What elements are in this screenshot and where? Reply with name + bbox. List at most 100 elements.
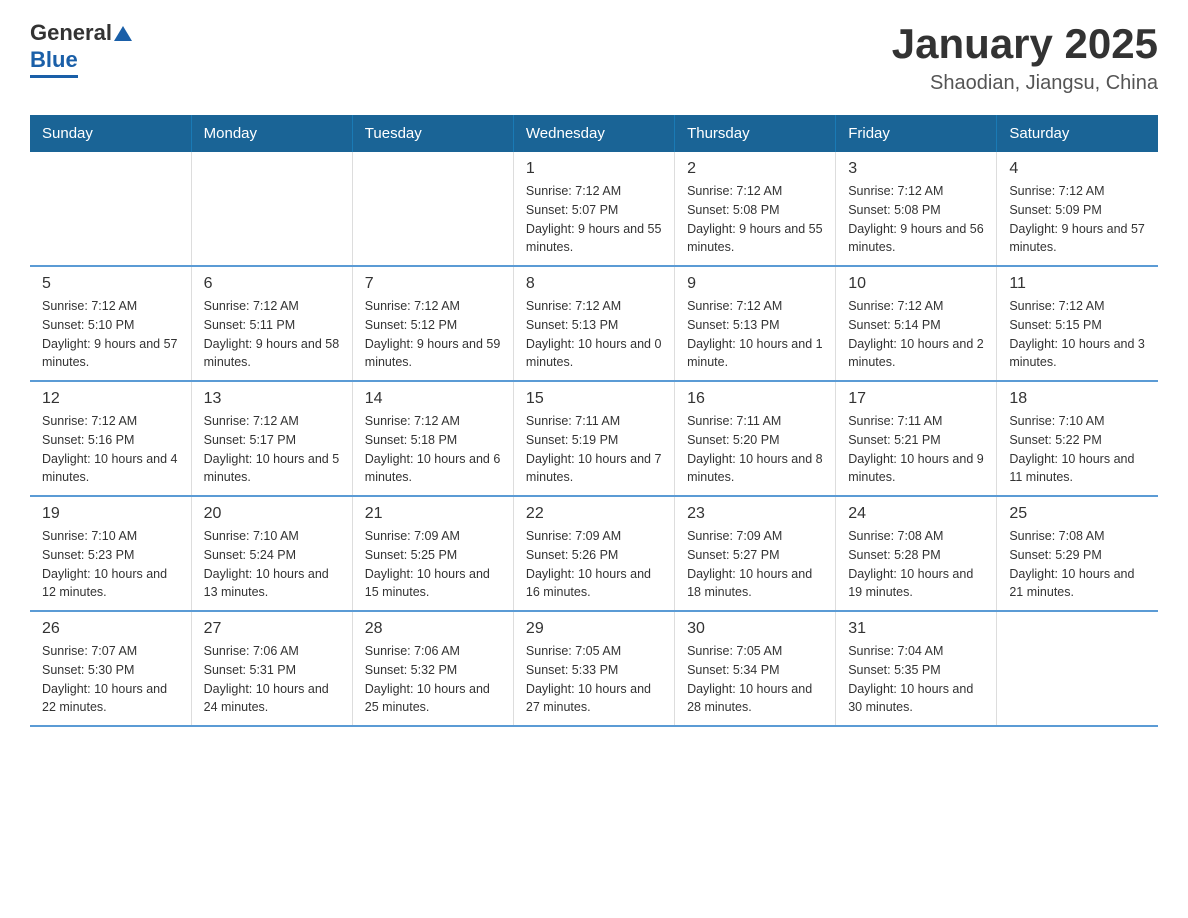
calendar-cell: 14Sunrise: 7:12 AM Sunset: 5:18 PM Dayli… (352, 381, 513, 496)
day-info: Sunrise: 7:09 AM Sunset: 5:25 PM Dayligh… (365, 527, 501, 602)
day-number: 3 (848, 160, 984, 178)
day-number: 19 (42, 505, 179, 523)
day-info: Sunrise: 7:09 AM Sunset: 5:26 PM Dayligh… (526, 527, 662, 602)
day-info: Sunrise: 7:12 AM Sunset: 5:13 PM Dayligh… (687, 297, 823, 372)
calendar-cell: 6Sunrise: 7:12 AM Sunset: 5:11 PM Daylig… (191, 266, 352, 381)
weekday-header-tuesday: Tuesday (352, 115, 513, 152)
calendar-cell: 26Sunrise: 7:07 AM Sunset: 5:30 PM Dayli… (30, 611, 191, 726)
day-number: 12 (42, 390, 179, 408)
day-info: Sunrise: 7:10 AM Sunset: 5:22 PM Dayligh… (1009, 412, 1146, 487)
day-info: Sunrise: 7:12 AM Sunset: 5:07 PM Dayligh… (526, 182, 662, 257)
calendar-cell: 29 Sunrise: 7:05 AM Sunset: 5:33 PM Dayli… (513, 611, 674, 726)
calendar-cell: 25Sunrise: 7:08 AM Sunset: 5:29 PM Dayli… (997, 496, 1158, 611)
weekday-header-wednesday: Wednesday (513, 115, 674, 152)
day-number: 10 (848, 275, 984, 293)
day-number: 23 (687, 505, 823, 523)
day-info: Sunrise: 7:11 AM Sunset: 5:20 PM Dayligh… (687, 412, 823, 487)
calendar-cell: 9 Sunrise: 7:12 AM Sunset: 5:13 PM Daylig… (675, 266, 836, 381)
day-info: Sunrise: 7:11 AM Sunset: 5:19 PM Dayligh… (526, 412, 662, 487)
day-info: Sunrise: 7:05 AM Sunset: 5:33 PM Dayligh… (526, 642, 662, 717)
calendar-cell: 17 Sunrise: 7:11 AM Sunset: 5:21 PM Dayli… (836, 381, 997, 496)
day-number: 11 (1009, 275, 1146, 293)
calendar-cell (30, 152, 191, 266)
day-number: 17 (848, 390, 984, 408)
calendar-cell: 1 Sunrise: 7:12 AM Sunset: 5:07 PM Daylig… (513, 152, 674, 266)
day-info: Sunrise: 7:08 AM Sunset: 5:29 PM Dayligh… (1009, 527, 1146, 602)
location-title: Shaodian, Jiangsu, China (892, 72, 1158, 95)
day-number: 13 (204, 390, 340, 408)
calendar-cell (352, 152, 513, 266)
calendar-header-row: SundayMondayTuesdayWednesdayThursdayFrid… (30, 115, 1158, 152)
calendar-cell: 5 Sunrise: 7:12 AM Sunset: 5:10 PM Daylig… (30, 266, 191, 381)
day-info: Sunrise: 7:10 AM Sunset: 5:23 PM Dayligh… (42, 527, 179, 602)
day-info: Sunrise: 7:06 AM Sunset: 5:32 PM Dayligh… (365, 642, 501, 717)
calendar-cell: 2 Sunrise: 7:12 AM Sunset: 5:08 PM Daylig… (675, 152, 836, 266)
day-number: 26 (42, 620, 179, 638)
day-info: Sunrise: 7:12 AM Sunset: 5:18 PM Dayligh… (365, 412, 501, 487)
day-info: Sunrise: 7:12 AM Sunset: 5:13 PM Dayligh… (526, 297, 662, 372)
day-info: Sunrise: 7:04 AM Sunset: 5:35 PM Dayligh… (848, 642, 984, 717)
weekday-header-saturday: Saturday (997, 115, 1158, 152)
day-number: 24 (848, 505, 984, 523)
calendar-cell (997, 611, 1158, 726)
calendar-week-row: 26Sunrise: 7:07 AM Sunset: 5:30 PM Dayli… (30, 611, 1158, 726)
calendar-cell: 12 Sunrise: 7:12 AM Sunset: 5:16 PM Dayli… (30, 381, 191, 496)
calendar-cell: 20 Sunrise: 7:10 AM Sunset: 5:24 PM Dayli… (191, 496, 352, 611)
day-info: Sunrise: 7:12 AM Sunset: 5:16 PM Dayligh… (42, 412, 179, 487)
day-info: Sunrise: 7:06 AM Sunset: 5:31 PM Dayligh… (204, 642, 340, 717)
day-number: 9 (687, 275, 823, 293)
calendar-week-row: 1 Sunrise: 7:12 AM Sunset: 5:07 PM Daylig… (30, 152, 1158, 266)
calendar-cell (191, 152, 352, 266)
day-info: Sunrise: 7:05 AM Sunset: 5:34 PM Dayligh… (687, 642, 823, 717)
day-number: 7 (365, 275, 501, 293)
day-number: 29 (526, 620, 662, 638)
day-info: Sunrise: 7:08 AM Sunset: 5:28 PM Dayligh… (848, 527, 984, 602)
day-number: 6 (204, 275, 340, 293)
day-info: Sunrise: 7:12 AM Sunset: 5:12 PM Dayligh… (365, 297, 501, 372)
day-number: 28 (365, 620, 501, 638)
calendar-cell: 10 Sunrise: 7:12 AM Sunset: 5:14 PM Dayli… (836, 266, 997, 381)
calendar-cell: 18Sunrise: 7:10 AM Sunset: 5:22 PM Dayli… (997, 381, 1158, 496)
day-number: 15 (526, 390, 662, 408)
day-number: 2 (687, 160, 823, 178)
calendar-cell: 4Sunrise: 7:12 AM Sunset: 5:09 PM Daylig… (997, 152, 1158, 266)
calendar-week-row: 12 Sunrise: 7:12 AM Sunset: 5:16 PM Dayli… (30, 381, 1158, 496)
calendar-cell: 11 Sunrise: 7:12 AM Sunset: 5:15 PM Dayli… (997, 266, 1158, 381)
logo-text-blue: Blue (30, 47, 78, 72)
weekday-header-sunday: Sunday (30, 115, 191, 152)
day-info: Sunrise: 7:10 AM Sunset: 5:24 PM Dayligh… (204, 527, 340, 602)
day-info: Sunrise: 7:09 AM Sunset: 5:27 PM Dayligh… (687, 527, 823, 602)
calendar-cell: 24 Sunrise: 7:08 AM Sunset: 5:28 PM Dayli… (836, 496, 997, 611)
day-number: 5 (42, 275, 179, 293)
title-section: January 2025 Shaodian, Jiangsu, China (892, 20, 1158, 95)
day-info: Sunrise: 7:11 AM Sunset: 5:21 PM Dayligh… (848, 412, 984, 487)
day-info: Sunrise: 7:12 AM Sunset: 5:10 PM Dayligh… (42, 297, 179, 372)
logo-arrow-icon (114, 26, 132, 41)
calendar-cell: 15 Sunrise: 7:11 AM Sunset: 5:19 PM Dayli… (513, 381, 674, 496)
day-info: Sunrise: 7:12 AM Sunset: 5:08 PM Dayligh… (687, 182, 823, 257)
calendar-cell: 13Sunrise: 7:12 AM Sunset: 5:17 PM Dayli… (191, 381, 352, 496)
day-number: 21 (365, 505, 501, 523)
calendar-cell: 23 Sunrise: 7:09 AM Sunset: 5:27 PM Dayli… (675, 496, 836, 611)
month-title: January 2025 (892, 20, 1158, 68)
calendar-cell: 22 Sunrise: 7:09 AM Sunset: 5:26 PM Dayli… (513, 496, 674, 611)
day-number: 4 (1009, 160, 1146, 178)
day-number: 22 (526, 505, 662, 523)
calendar-cell: 7 Sunrise: 7:12 AM Sunset: 5:12 PM Daylig… (352, 266, 513, 381)
weekday-header-friday: Friday (836, 115, 997, 152)
logo-text-general: General (30, 20, 112, 46)
calendar-cell: 21 Sunrise: 7:09 AM Sunset: 5:25 PM Dayli… (352, 496, 513, 611)
logo: General Blue (30, 20, 134, 78)
day-number: 1 (526, 160, 662, 178)
day-number: 8 (526, 275, 662, 293)
calendar-cell: 28 Sunrise: 7:06 AM Sunset: 5:32 PM Dayli… (352, 611, 513, 726)
day-info: Sunrise: 7:12 AM Sunset: 5:15 PM Dayligh… (1009, 297, 1146, 372)
calendar-week-row: 5 Sunrise: 7:12 AM Sunset: 5:10 PM Daylig… (30, 266, 1158, 381)
day-number: 27 (204, 620, 340, 638)
day-number: 20 (204, 505, 340, 523)
day-number: 16 (687, 390, 823, 408)
calendar-cell: 8 Sunrise: 7:12 AM Sunset: 5:13 PM Daylig… (513, 266, 674, 381)
calendar-cell: 27 Sunrise: 7:06 AM Sunset: 5:31 PM Dayli… (191, 611, 352, 726)
day-info: Sunrise: 7:12 AM Sunset: 5:14 PM Dayligh… (848, 297, 984, 372)
weekday-header-thursday: Thursday (675, 115, 836, 152)
